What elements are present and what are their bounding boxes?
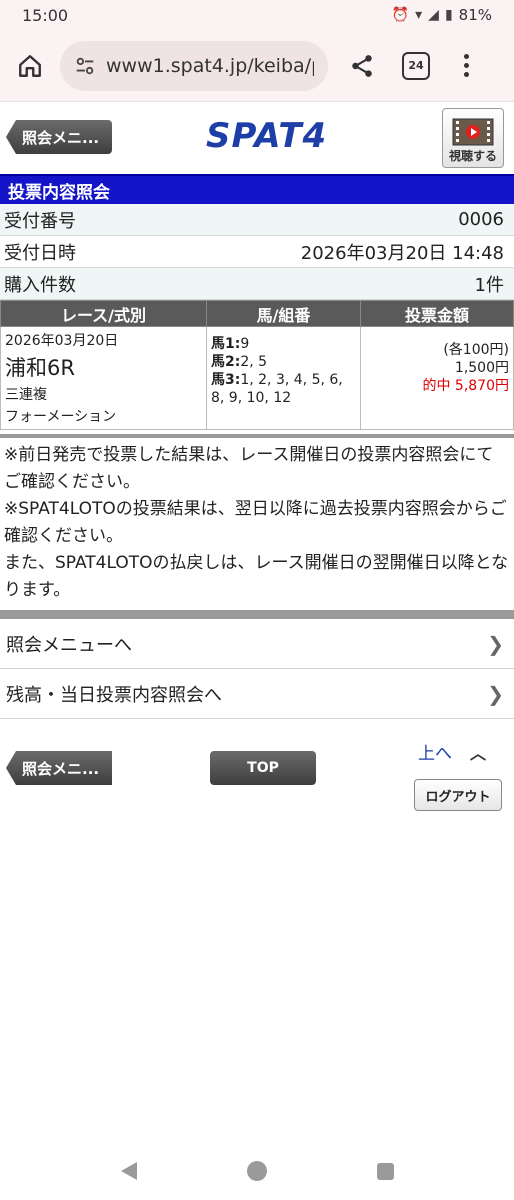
table-header-row: レース/式別 馬/組番 投票金額 xyxy=(0,300,514,327)
home-icon xyxy=(19,54,41,77)
status-icons: ⏰ ▾ ◢ ▮ 81% xyxy=(392,6,492,24)
page-title: 投票内容照会 xyxy=(0,174,514,204)
bet-type: 三連複 xyxy=(5,387,47,403)
inquiry-menu-back-button[interactable]: 照会メニ... xyxy=(6,120,112,154)
scroll-up-link[interactable]: 上へ ︿ xyxy=(418,739,487,765)
url-text: www1.spat4.jp/keiba/pc? xyxy=(106,54,314,77)
info-label: 受付番号 xyxy=(4,210,76,232)
hit-payout: 的中 5,870円 xyxy=(422,378,509,394)
address-bar[interactable]: www1.spat4.jp/keiba/pc? xyxy=(60,40,328,91)
back-nav-icon[interactable] xyxy=(120,1162,137,1180)
share-icon xyxy=(352,54,372,77)
total-amount: 1,500円 xyxy=(454,360,509,376)
alarm-icon: ⏰ xyxy=(391,7,410,23)
up-label: 上へ xyxy=(418,744,452,764)
recents-nav-icon[interactable] xyxy=(376,1162,394,1180)
link-inquiry-menu[interactable]: 照会メニューへ ❯ xyxy=(0,619,514,669)
watch-label: 視聴する xyxy=(448,149,497,163)
site-settings-icon[interactable] xyxy=(74,55,96,77)
info-value: 1件 xyxy=(474,274,504,296)
info-value: 0006 xyxy=(458,209,504,230)
battery-level: 81% xyxy=(458,6,492,24)
horse-2: 馬2:2, 5 xyxy=(211,354,268,370)
signal-icon: ◢ xyxy=(428,7,439,23)
bet-table: レース/式別 馬/組番 投票金額 2026年03月20日 浦和6R 三連複 フォ… xyxy=(0,300,514,430)
notice-line: また、SPAT4LOTOの払戻しは、レース開催日の翌開催日以降となります。 xyxy=(4,553,509,600)
chevron-up-icon: ︿ xyxy=(470,743,487,763)
notice-text: ※前日発売で投票した結果は、レース開催日の投票内容照会にてご確認ください。 ※S… xyxy=(0,434,514,610)
horses-cell: 馬1:9 馬2:2, 5 馬3:1, 2, 3, 4, 5, 6, 8, 9, … xyxy=(206,326,361,430)
column-header: 投票金額 xyxy=(360,300,514,327)
chevron-right-icon: ❯ xyxy=(487,631,504,656)
divider xyxy=(0,610,514,619)
info-row-purchase-count: 購入件数 1件 xyxy=(0,268,514,300)
info-row-receipt-number: 受付番号 0006 xyxy=(0,204,514,236)
chevron-right-icon: ❯ xyxy=(487,681,504,706)
unit-amount: (各100円) xyxy=(443,342,509,358)
footer: 照会メニ... TOP 上へ ︿ ログアウト xyxy=(0,719,514,829)
info-row-receipt-time: 受付日時 2026年03月20日 14:48 xyxy=(0,236,514,268)
amount-cell: (各100円) 1,500円 的中 5,870円 xyxy=(360,326,514,430)
info-label: 購入件数 xyxy=(4,274,76,296)
more-menu-button[interactable] xyxy=(454,48,478,84)
video-play-icon xyxy=(452,118,494,146)
browser-toolbar: www1.spat4.jp/keiba/pc? 24 xyxy=(0,30,514,102)
tab-switcher-button[interactable]: 24 xyxy=(402,51,430,80)
info-value: 2026年03月20日 14:48 xyxy=(300,242,504,264)
watch-button[interactable]: 視聴する xyxy=(442,108,504,168)
top-button[interactable]: TOP xyxy=(210,751,316,785)
column-header: 馬/組番 xyxy=(206,300,361,327)
share-button[interactable] xyxy=(344,48,380,84)
horse-1: 馬1:9 xyxy=(211,336,250,352)
logout-button[interactable]: ログアウト xyxy=(414,779,502,811)
notice-line: ※SPAT4LOTOの投票結果は、翌日以降に過去投票内容照会からご確認ください。 xyxy=(4,499,507,546)
home-button[interactable] xyxy=(12,48,48,84)
site-header: 照会メニ... SPAT4 視聴する xyxy=(0,102,514,174)
table-row: 2026年03月20日 浦和6R 三連複 フォーメーション 馬1:9 馬2:2,… xyxy=(0,326,514,430)
inquiry-menu-back-button-bottom[interactable]: 照会メニ... xyxy=(6,751,112,785)
link-balance-inquiry[interactable]: 残高・当日投票内容照会へ ❯ xyxy=(0,669,514,719)
bet-method: フォーメーション xyxy=(5,409,117,425)
link-label: 照会メニューへ xyxy=(6,634,132,656)
battery-icon: ▮ xyxy=(444,7,453,23)
status-time: 15:00 xyxy=(22,5,69,25)
spat4-logo[interactable]: SPAT4 xyxy=(206,116,327,156)
race-name: 浦和6R xyxy=(5,356,75,380)
horse-3: 馬3:1, 2, 3, 4, 5, 6, 8, 9, 10, 12 xyxy=(211,372,343,406)
status-bar: 15:00 ⏰ ▾ ◢ ▮ 81% xyxy=(0,0,514,30)
link-label: 残高・当日投票内容照会へ xyxy=(6,684,222,706)
race-date: 2026年03月20日 xyxy=(5,333,119,349)
system-nav-bar xyxy=(0,1142,514,1200)
race-cell: 2026年03月20日 浦和6R 三連複 フォーメーション xyxy=(0,326,207,430)
notice-line: ※前日発売で投票した結果は、レース開催日の投票内容照会にてご確認ください。 xyxy=(4,445,494,492)
column-header: レース/式別 xyxy=(0,300,207,327)
info-label: 受付日時 xyxy=(4,242,76,264)
wifi-icon: ▾ xyxy=(415,7,423,23)
home-nav-icon[interactable] xyxy=(246,1161,267,1181)
